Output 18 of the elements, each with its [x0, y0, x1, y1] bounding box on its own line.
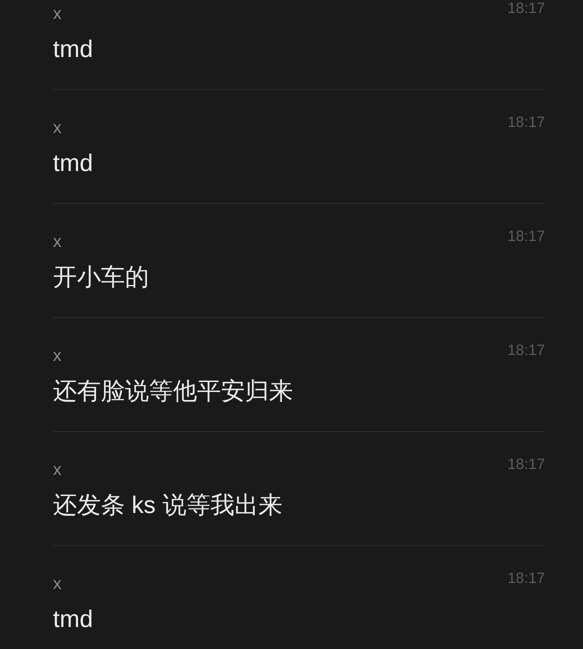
message-time: 18:17 [507, 114, 545, 132]
message-text: 还发条 ks 说等我出来 [53, 491, 284, 521]
sender-name: x [53, 574, 62, 594]
message-time: 18:17 [507, 0, 545, 18]
message-text: tmd [53, 605, 94, 635]
message-text: tmd [53, 35, 94, 65]
message-text: 还有脸说等他平安归来 [53, 377, 294, 407]
sender-name: x [53, 346, 62, 366]
message-text: 开小车的 [53, 263, 150, 293]
message-time: 18:17 [507, 228, 545, 246]
message-time: 18:17 [507, 342, 545, 360]
sender-name: x [53, 4, 62, 24]
sender-name: x [53, 118, 62, 138]
sender-name: x [53, 232, 62, 252]
message-time: 18:17 [507, 456, 545, 474]
message-time: 18:17 [507, 570, 545, 588]
message-text: tmd [53, 149, 94, 179]
sender-name: x [53, 460, 62, 480]
